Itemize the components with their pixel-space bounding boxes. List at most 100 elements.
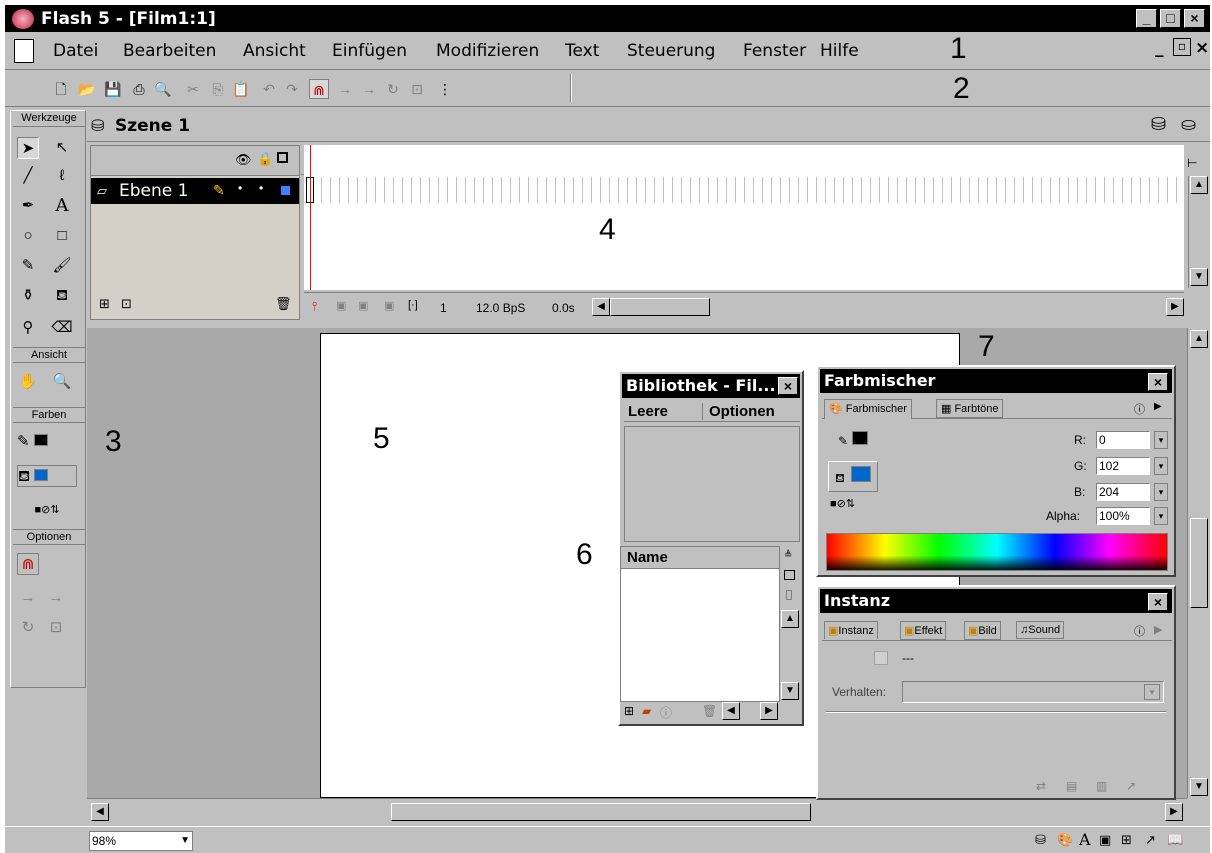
hscroll-track[interactable] <box>610 298 710 316</box>
edit-symbol-icon[interactable]: ⛀ <box>1181 114 1196 135</box>
modify-markers-icon[interactable]: [·] <box>408 299 418 311</box>
fill-color-icon[interactable]: ⛾ <box>17 465 77 487</box>
mixer-tab-swatches[interactable]: ▦ Farbtöne <box>936 399 1004 418</box>
pen-tool-icon[interactable]: ✒ <box>17 195 39 217</box>
behavior-dropdown-arrow-icon[interactable]: ▾ <box>1144 684 1160 700</box>
library-tab-options[interactable]: Optionen <box>702 403 775 420</box>
hand-tool-icon[interactable]: ✋ <box>17 371 39 393</box>
doc-close-button[interactable]: × <box>1195 38 1209 58</box>
library-col-name[interactable]: Name <box>621 547 779 569</box>
find-symbol-icon[interactable]: ↗ <box>1126 779 1136 793</box>
zoom-field[interactable]: 98% ▼ <box>89 831 193 851</box>
delete-layer-icon[interactable]: 🗑 <box>275 296 292 312</box>
new-folder-icon[interactable]: ▰ <box>642 704 651 718</box>
b-field[interactable]: 204 <box>1096 483 1150 501</box>
paint-bucket-tool-icon[interactable]: ⛾ <box>51 285 73 307</box>
stage-scroll-down[interactable]: ▼ <box>1190 778 1208 796</box>
save-icon[interactable]: 💾 <box>103 79 123 99</box>
menu-bearbeiten[interactable]: Bearbeiten <box>123 41 216 61</box>
menu-modifizieren[interactable]: Modifizieren <box>436 41 539 61</box>
paste-icon[interactable]: 📋 <box>231 79 251 99</box>
print-preview-icon[interactable]: 🔍 <box>153 79 173 99</box>
add-layer-icon[interactable]: ⊞ <box>99 296 110 312</box>
timeline-menu-icon[interactable]: ⊢ <box>1187 156 1197 170</box>
layer-row[interactable]: ▱ Ebene 1 ✎ • • <box>91 178 299 204</box>
library-narrow-icon[interactable] <box>786 590 792 600</box>
stage-vscroll[interactable]: ▲ ▼ <box>1187 328 1210 798</box>
smooth-icon[interactable]: → <box>335 79 355 99</box>
stage-scroll-right[interactable]: ▶ <box>1165 803 1183 821</box>
mixer-menu-arrow-icon[interactable]: ▶ <box>1154 401 1162 412</box>
add-guide-icon[interactable]: ⊡ <box>121 296 132 312</box>
instance-menu-arrow-icon[interactable]: ▶ <box>1154 623 1162 636</box>
alpha-dropdown-icon[interactable]: ▾ <box>1154 507 1168 525</box>
r-field[interactable]: 0 <box>1096 431 1150 449</box>
color-spectrum[interactable] <box>826 533 1168 571</box>
b-dropdown-icon[interactable]: ▾ <box>1154 483 1168 501</box>
library-sort-icon[interactable]: ≜ <box>784 550 792 561</box>
menu-steuerung[interactable]: Steuerung <box>627 41 715 61</box>
ink-bottle-tool-icon[interactable]: ⚱ <box>17 285 39 307</box>
menu-datei[interactable]: Datei <box>53 41 98 61</box>
align-icon[interactable]: ⋮ <box>435 79 455 99</box>
new-symbol-icon[interactable]: ⊞ <box>624 704 634 718</box>
zoom-dropdown-icon[interactable]: ▼ <box>180 832 190 850</box>
rotate-option-icon[interactable]: ↻ <box>17 617 39 639</box>
library-wide-icon[interactable] <box>784 570 795 580</box>
edit-scene-icon[interactable]: ⛁ <box>1151 114 1166 135</box>
stage-scroll-thumb[interactable] <box>1190 518 1208 608</box>
line-tool-icon[interactable]: ╱ <box>17 165 39 187</box>
timeline-vscroll[interactable]: ▲ ▼ <box>1188 176 1210 288</box>
menu-text[interactable]: Text <box>565 41 599 61</box>
stage-scroll-up[interactable]: ▲ <box>1190 330 1208 348</box>
scale-option-icon[interactable]: ⊡ <box>45 617 67 639</box>
close-button[interactable]: × <box>1184 9 1205 28</box>
library-hscroll-right[interactable]: ▶ <box>760 702 778 720</box>
straighten-option-icon[interactable]: → <box>45 587 67 609</box>
copy-icon[interactable]: ⎘ <box>208 79 228 99</box>
lock-icon[interactable]: 🔒 <box>257 151 273 167</box>
tab-frame[interactable]: ▣Bild <box>964 621 1001 640</box>
edit-multiple-icon[interactable]: ▣ <box>384 299 394 312</box>
cut-icon[interactable]: ✂ <box>183 79 203 99</box>
hscroll-left-button[interactable]: ◀ <box>592 298 610 316</box>
stage-hscroll-thumb[interactable] <box>391 803 811 821</box>
layer-lock-dot[interactable]: • <box>259 181 263 195</box>
launcher-info-icon[interactable]: ⛁ <box>1035 832 1046 848</box>
stage-scroll-left[interactable]: ◀ <box>91 803 109 821</box>
tab-effect[interactable]: ▣Effekt <box>900 621 947 640</box>
center-frame-icon[interactable]: ⫯ <box>312 299 317 314</box>
rotate-icon[interactable]: ↻ <box>383 79 403 99</box>
eye-icon[interactable]: 👁 <box>235 152 252 168</box>
mixer-stroke-swatch[interactable]: ✎ <box>838 431 869 448</box>
zoom-tool-icon[interactable]: 🔍 <box>51 371 73 393</box>
launcher-instance-icon[interactable]: ▣ <box>1099 832 1111 848</box>
library-hscroll-left[interactable]: ◀ <box>722 702 740 720</box>
instance-help-icon[interactable]: ⓘ <box>1134 623 1145 639</box>
outline-icon[interactable] <box>277 152 288 163</box>
pencil-tool-icon[interactable]: ✎ <box>17 255 39 277</box>
hscroll-right-button[interactable]: ▶ <box>1166 298 1184 316</box>
minimize-button[interactable]: _ <box>1136 9 1157 28</box>
magnet-option-icon[interactable]: ⋒ <box>17 553 39 575</box>
brush-tool-icon[interactable]: 🖌 <box>51 255 73 277</box>
g-field[interactable]: 102 <box>1096 457 1150 475</box>
eraser-tool-icon[interactable]: ⌫ <box>51 317 73 339</box>
mixer-tab-mixer[interactable]: 🎨 Farbmischer <box>824 399 912 419</box>
onion-skin-icon[interactable]: ▣ <box>336 299 346 312</box>
tab-instance[interactable]: ▣Instanz <box>824 621 878 639</box>
print-icon[interactable]: ⎙ <box>129 79 149 99</box>
stroke-color-icon[interactable]: ✎ <box>17 431 77 453</box>
library-tab-empty[interactable]: Leere <box>628 403 668 420</box>
library-vscroll[interactable]: ≜ ▲ ▼ <box>780 546 800 702</box>
layer-color-box[interactable] <box>281 186 290 195</box>
tab-sound[interactable]: ♫Sound <box>1016 621 1065 639</box>
alpha-field[interactable]: 100% <box>1096 507 1150 525</box>
swap-colors-icon[interactable]: ■⊘⇅ <box>17 499 77 521</box>
frame-row[interactable] <box>304 177 1184 203</box>
menu-hilfe[interactable]: Hilfe <box>820 41 859 61</box>
launcher-character-icon[interactable]: A <box>1079 830 1091 849</box>
mixer-fill-swatch[interactable]: ⛾ <box>828 461 878 492</box>
menu-ansicht[interactable]: Ansicht <box>243 41 306 61</box>
library-scroll-down[interactable]: ▼ <box>781 682 799 700</box>
